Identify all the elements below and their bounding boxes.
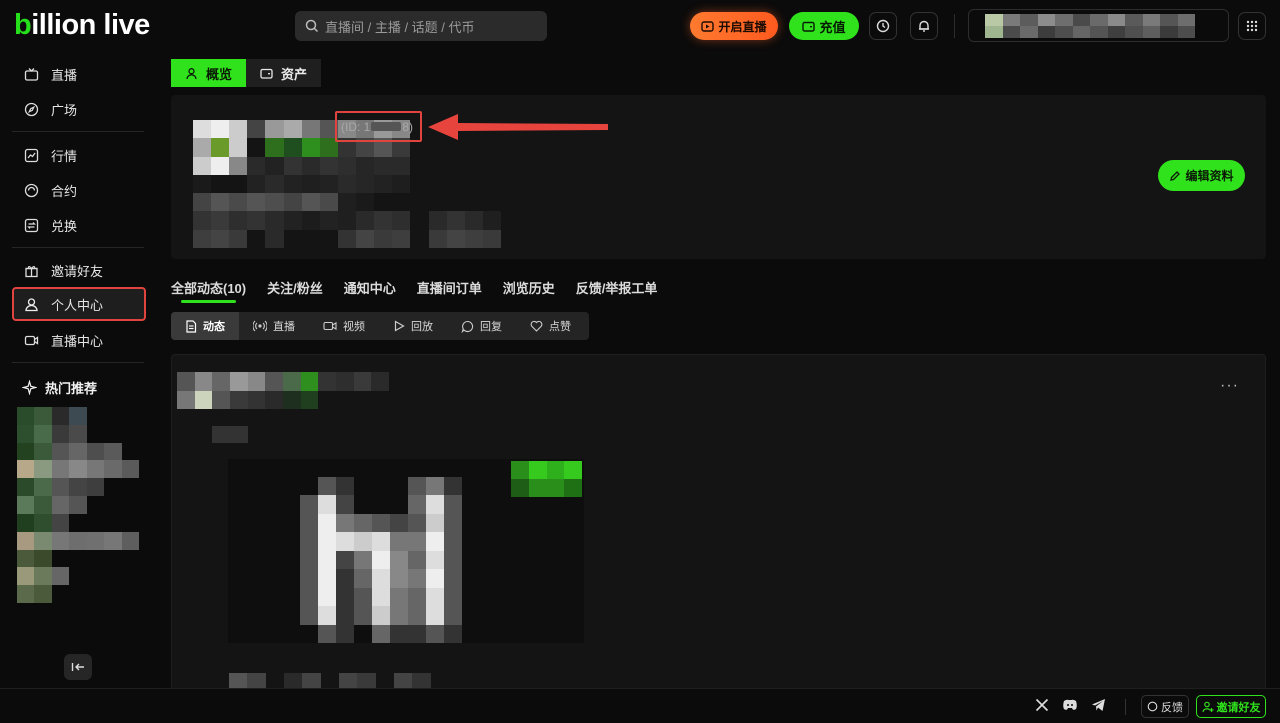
tab-notifications[interactable]: 通知中心: [344, 278, 396, 302]
feedback-button[interactable]: 反馈: [1141, 695, 1189, 718]
tab-live-orders[interactable]: 直播间订单: [417, 278, 482, 302]
sidebar-item-profile[interactable]: 个人中心: [12, 287, 146, 321]
grid-icon: [1246, 20, 1258, 32]
annotation-arrow: [428, 114, 608, 140]
sidebar-item-live[interactable]: 直播: [12, 57, 146, 91]
recharge-button[interactable]: 充值: [789, 12, 859, 40]
filter-live[interactable]: 直播: [239, 312, 309, 340]
tab-browse-history[interactable]: 浏览历史: [503, 278, 555, 302]
document-icon: [186, 319, 197, 333]
user-icon: [25, 297, 38, 311]
invite-friends-button[interactable]: 邀请好友: [1196, 695, 1266, 718]
video-icon: [323, 321, 337, 331]
tab-assets[interactable]: 资产: [246, 59, 322, 87]
add-user-icon: [1201, 701, 1213, 712]
footer-bar: 反馈 邀请好友: [0, 688, 1280, 723]
heart-icon: [530, 320, 543, 332]
profile-card: (ID: 1 8) 编辑资料: [171, 95, 1266, 259]
id-redaction: [371, 122, 402, 131]
search-input[interactable]: 直播间 / 主播 / 话题 / 代币: [295, 11, 547, 41]
collapse-icon: [71, 663, 84, 671]
post-author-redacted: [177, 372, 389, 409]
sparkle-icon: [22, 380, 37, 395]
footer-divider: [1125, 699, 1126, 715]
filter-posts[interactable]: 动态: [171, 312, 239, 340]
comment-icon: [461, 320, 474, 333]
filter-replies[interactable]: 回复: [447, 312, 516, 340]
apps-menu-button[interactable]: [1238, 12, 1266, 40]
sidebar-item-contract[interactable]: 合约: [12, 173, 146, 207]
broadcast-icon: [253, 320, 267, 332]
activity-filter-bar: 动态 直播 视频 回放 回复 点赞: [171, 312, 589, 340]
tab-follow-fans[interactable]: 关注/粉丝: [267, 278, 323, 302]
sidebar-divider: [12, 247, 144, 248]
collapse-sidebar-button[interactable]: [64, 654, 92, 680]
live-icon: [701, 20, 715, 32]
tab-feedback-tickets[interactable]: 反馈/举报工单: [576, 278, 658, 302]
tab-overview[interactable]: 概览: [171, 59, 247, 87]
user-avatar-redacted: [985, 14, 1195, 38]
discord-icon: [1063, 699, 1077, 710]
post-card[interactable]: ···: [171, 354, 1266, 694]
swap-icon: [24, 218, 39, 232]
tab-all-activity[interactable]: 全部动态(10): [171, 278, 246, 303]
gift-icon: [25, 265, 38, 277]
chat-icon: [1147, 701, 1158, 712]
wallet-icon: [260, 68, 273, 79]
edit-profile-button[interactable]: 编辑资料: [1158, 160, 1245, 191]
filter-video[interactable]: 视频: [309, 312, 379, 340]
sidebar-divider: [12, 362, 144, 363]
sidebar-item-invite[interactable]: 邀请好友: [12, 253, 146, 287]
notification-button[interactable]: [910, 12, 938, 40]
pencil-icon: [1170, 170, 1181, 181]
telegram-link[interactable]: [1091, 698, 1106, 715]
post-image-redacted[interactable]: [228, 459, 584, 643]
x-icon: [1035, 698, 1049, 712]
logo[interactable]: billion live: [14, 9, 150, 42]
profile-main-tabs: 概览 资产: [171, 59, 322, 87]
tv-icon: [24, 67, 39, 81]
history-button[interactable]: [869, 12, 897, 40]
bell-icon: [919, 20, 929, 32]
sidebar-item-market[interactable]: 行情: [12, 138, 146, 172]
wallet-icon: [802, 21, 816, 32]
post-image-accent: [511, 461, 582, 497]
contract-icon: [24, 183, 39, 197]
sidebar-item-live-center[interactable]: 直播中心: [12, 323, 146, 357]
header-divider: [954, 14, 955, 38]
discord-link[interactable]: [1062, 698, 1078, 715]
search-icon: [305, 19, 319, 33]
compass-icon: [24, 102, 39, 116]
top-bar: billion live 直播间 / 主播 / 话题 / 代币 开启直播 充值: [0, 0, 1280, 52]
user-account-menu[interactable]: [968, 9, 1229, 42]
history-icon: [876, 19, 890, 33]
sidebar-item-plaza[interactable]: 广场: [12, 92, 146, 126]
user-id-label: (ID: 1 8): [335, 111, 422, 142]
post-image-content: [300, 477, 462, 643]
user-icon: [186, 67, 197, 79]
sidebar-divider: [12, 131, 144, 132]
x-twitter-link[interactable]: [1035, 698, 1049, 715]
hot-recommend-list-redacted[interactable]: [17, 407, 139, 603]
more-options-button[interactable]: ···: [1220, 377, 1239, 395]
telegram-icon: [1092, 699, 1105, 711]
camera-icon: [24, 335, 39, 345]
app-root: billion live 直播间 / 主播 / 话题 / 代币 开启直播 充值: [0, 0, 1280, 723]
filter-replay[interactable]: 回放: [379, 312, 447, 340]
sidebar-item-swap[interactable]: 兑换: [12, 208, 146, 242]
search-placeholder: 直播间 / 主播 / 话题 / 代币: [325, 19, 475, 35]
start-live-button[interactable]: 开启直播: [690, 12, 778, 40]
sidebar: 直播 广场 行情 合约 兑换 邀请好友 个人中心 直播中心 热门推荐: [0, 52, 158, 688]
activity-tabs: 全部动态(10) 关注/粉丝 通知中心 直播间订单 浏览历史 反馈/举报工单: [171, 278, 658, 303]
play-icon: [394, 320, 405, 332]
filter-likes[interactable]: 点赞: [516, 312, 585, 340]
post-time-redacted: [212, 426, 248, 443]
hot-recommend-title: 热门推荐: [22, 378, 97, 397]
chart-icon: [24, 148, 39, 162]
